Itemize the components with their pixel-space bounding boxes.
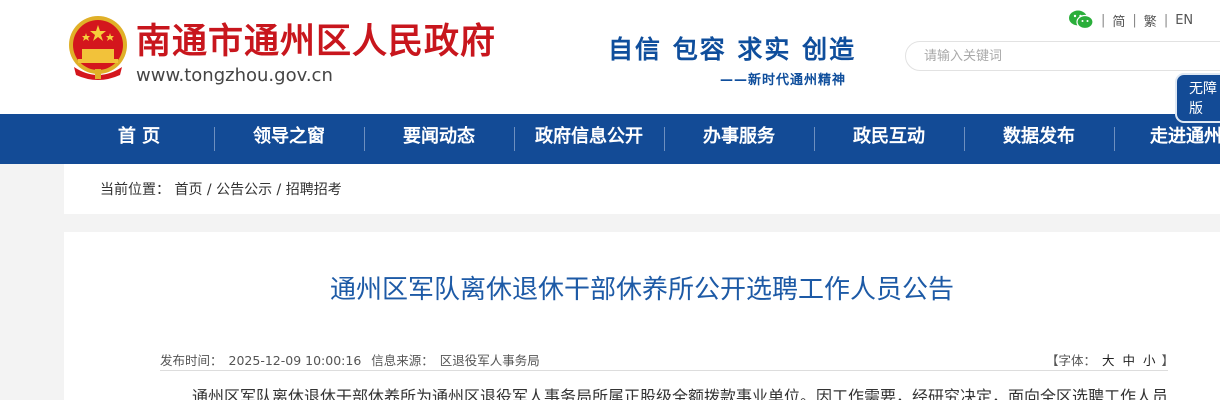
breadcrumb-home[interactable]: 首页 <box>174 182 202 198</box>
slogan-subtitle: ——新时代通州精神 <box>720 73 847 88</box>
breadcrumb-recruitment[interactable]: 招聘招考 <box>286 182 342 198</box>
source-value: 区退役军人事务局 <box>439 353 540 368</box>
article-body: 通州区军队离休退休干部休养所为通州区退役军人事务局所属正股级全额拨款事业单位。因… <box>192 387 1169 400</box>
top-links: | 简 | 繁 | EN <box>1068 8 1193 32</box>
nav-item-leaders[interactable]: 领导之窗 <box>236 114 342 164</box>
font-size-large[interactable]: 大 <box>1102 353 1115 368</box>
meta-divider <box>160 370 1168 371</box>
breadcrumb-notices[interactable]: 公告公示 <box>216 182 272 198</box>
accessibility-label-2: 版 <box>1189 101 1203 117</box>
font-size-small[interactable]: 小 <box>1143 353 1156 368</box>
article-meta: 发布时间： 2025-12-09 10:00:16 信息来源： 区退役军人事务局 <box>160 350 546 369</box>
breadcrumb-prefix: 当前位置： <box>100 182 170 198</box>
breadcrumb: 当前位置： 首页 / 公告公示 / 招聘招考 <box>100 182 342 198</box>
font-size-switcher: 【字体： 大 中 小 】 <box>1046 353 1175 368</box>
nav-item-home[interactable]: 首 页 <box>100 114 178 164</box>
breadcrumb-bar: 当前位置： 首页 / 公告公示 / 招聘招考 <box>64 164 1220 214</box>
main-nav: 首 页 领导之窗 要闻动态 政府信息公开 办事服务 政民互动 数据发布 走进通州 <box>0 114 1220 164</box>
accessibility-label: 无障 <box>1189 81 1217 97</box>
font-size-label: 【字体： <box>1046 353 1097 368</box>
article-title: 通州区军队离休退休干部休养所公开选聘工作人员公告 <box>329 275 954 305</box>
article-panel: 通州区军队离休退休干部休养所公开选聘工作人员公告 发布时间： 2025-12-09… <box>64 232 1220 400</box>
source-label: 信息来源： <box>371 353 434 368</box>
nav-item-gov-info[interactable]: 政府信息公开 <box>522 114 656 164</box>
site-header: 南通市通州区人民政府 www.tongzhou.gov.cn 自信 包容 求实 … <box>0 0 1220 123</box>
site-name[interactable]: 南通市通州区人民政府 <box>136 18 496 66</box>
accessibility-button[interactable]: 无障 版 <box>1175 73 1220 123</box>
site-url[interactable]: www.tongzhou.gov.cn <box>136 65 333 87</box>
wechat-icon[interactable] <box>1068 9 1094 31</box>
simplified-chinese-link[interactable]: 简 <box>1112 11 1125 30</box>
publish-label: 发布时间： <box>160 353 223 368</box>
nav-item-interaction[interactable]: 政民互动 <box>836 114 942 164</box>
national-emblem-icon <box>69 16 127 80</box>
font-size-medium[interactable]: 中 <box>1123 353 1136 368</box>
publish-time: 2025-12-09 10:00:16 <box>228 353 362 368</box>
search-input[interactable] <box>905 41 1220 71</box>
slogan: 自信 包容 求实 创造 <box>608 35 857 64</box>
nav-item-services[interactable]: 办事服务 <box>686 114 792 164</box>
english-link[interactable]: EN <box>1175 13 1193 28</box>
nav-item-data[interactable]: 数据发布 <box>986 114 1092 164</box>
traditional-chinese-link[interactable]: 繁 <box>1144 11 1157 30</box>
nav-item-news[interactable]: 要闻动态 <box>386 114 492 164</box>
